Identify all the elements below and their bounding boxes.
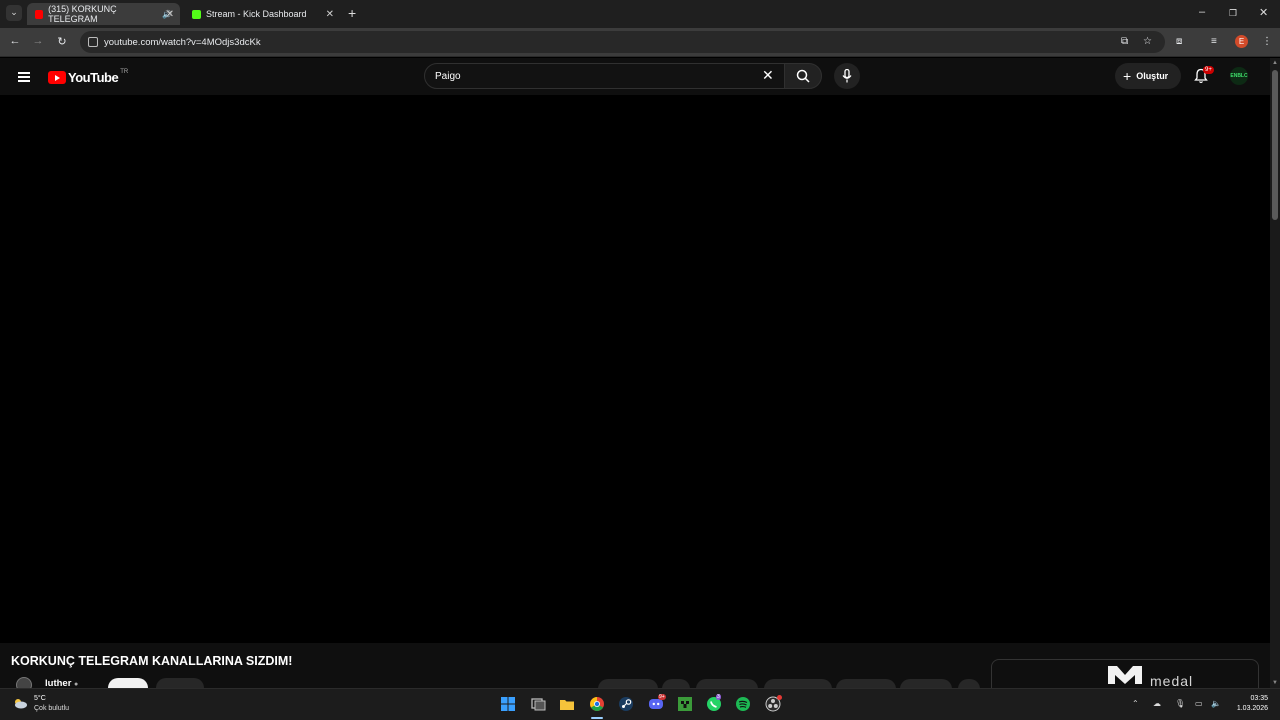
network-icon[interactable]: ▭ xyxy=(1195,699,1203,708)
scroll-down-arrow-icon[interactable]: ▼ xyxy=(1272,680,1278,686)
address-bar[interactable]: youtube.com/watch?v=4MOdjs3dcKk xyxy=(80,31,1165,53)
search-button[interactable] xyxy=(784,63,822,89)
browser-tab-strip: ⌄ (315) KORKUNÇ TELEGRAM 🔊 ✕ Stream - Ki… xyxy=(0,0,1280,28)
minecraft-icon[interactable] xyxy=(677,696,693,712)
plus-icon: + xyxy=(1123,68,1132,84)
hamburger-menu-icon[interactable] xyxy=(18,72,30,82)
video-title: KORKUNÇ TELEGRAM KANALLARINA SIZDIM! xyxy=(11,654,293,668)
install-app-icon[interactable]: ⧉ xyxy=(1121,36,1128,47)
spotify-icon[interactable] xyxy=(735,696,751,712)
media-controls-icon[interactable]: ≡ xyxy=(1211,36,1217,47)
subscribe-button[interactable] xyxy=(108,678,148,688)
close-tab-icon[interactable]: ✕ xyxy=(326,9,334,20)
clock-date[interactable]: 1.03.2026 xyxy=(1228,705,1268,712)
site-info-icon[interactable] xyxy=(88,37,98,47)
create-button[interactable]: + Oluştur xyxy=(1115,63,1181,89)
browser-toolbar: ← → ↻ youtube.com/watch?v=4MOdjs3dcKk ⧉ … xyxy=(0,28,1280,57)
weather-description: Çok bulutlu xyxy=(34,705,70,712)
menu-kebab-icon[interactable]: ⋮ xyxy=(1262,36,1272,47)
clear-search-icon[interactable]: ✕ xyxy=(762,68,774,82)
discord-badge: 9+ xyxy=(658,694,666,700)
microphone-icon xyxy=(842,69,852,83)
cloudy-weather-icon[interactable] xyxy=(12,697,28,709)
search-icon xyxy=(796,69,810,83)
tab-list-button[interactable]: ⌄ xyxy=(6,5,22,21)
tab-kick-dashboard[interactable]: Stream - Kick Dashboard ✕ xyxy=(184,3,340,25)
dislike-button[interactable] xyxy=(662,679,690,688)
voice-search-button[interactable] xyxy=(834,63,860,89)
youtube-logo[interactable]: YouTube TR xyxy=(48,68,129,85)
tab-youtube-title: (315) KORKUNÇ TELEGRAM xyxy=(48,4,117,24)
account-avatar[interactable]: ENBLC xyxy=(1230,67,1248,85)
notify-button[interactable] xyxy=(156,678,204,688)
clock-time[interactable]: 03:35 xyxy=(1236,695,1268,702)
video-player[interactable] xyxy=(0,95,1270,643)
youtube-favicon-icon xyxy=(35,9,44,19)
like-button[interactable] xyxy=(598,679,658,688)
forward-arrow-icon[interactable]: → xyxy=(31,35,45,47)
search-input-value: Paigo xyxy=(435,70,461,82)
chrome-active-indicator xyxy=(591,717,603,719)
youtube-play-icon xyxy=(48,71,66,84)
notification-badge: 9+ xyxy=(1203,66,1214,74)
onedrive-cloud-icon[interactable]: ☁ xyxy=(1153,699,1161,708)
more-actions-button[interactable] xyxy=(958,679,980,688)
medal-watermark-text: medal xyxy=(1150,673,1194,689)
close-tab-icon[interactable]: ✕ xyxy=(166,9,174,20)
scrollbar-thumb[interactable] xyxy=(1272,70,1278,220)
new-tab-button[interactable]: + xyxy=(348,5,356,21)
page-scrollbar[interactable]: ▲ ▼ xyxy=(1270,58,1280,688)
bookmark-star-icon[interactable]: ☆ xyxy=(1143,36,1152,47)
country-code: TR xyxy=(120,68,129,75)
kick-favicon-icon xyxy=(192,9,201,19)
task-view-icon[interactable] xyxy=(530,696,546,712)
tray-overflow-chevron-icon[interactable]: ⌃ xyxy=(1132,699,1139,708)
search-input[interactable]: Paigo xyxy=(424,63,785,89)
download-button[interactable] xyxy=(900,679,952,688)
back-arrow-icon[interactable]: ← xyxy=(8,35,22,47)
tab-youtube[interactable]: (315) KORKUNÇ TELEGRAM 🔊 ✕ xyxy=(27,3,180,25)
scroll-up-arrow-icon[interactable]: ▲ xyxy=(1272,60,1278,66)
windows-taskbar: 5°C Çok bulutlu 9+ 3 ⌃ ☁ 🎙 ▭ 🔈 03:35 1.0… xyxy=(0,688,1280,720)
whatsapp-badge: 3 xyxy=(716,694,721,700)
create-label: Oluştur xyxy=(1136,71,1169,81)
close-window-button[interactable]: ✕ xyxy=(1259,6,1268,19)
verified-check-icon: ● xyxy=(74,681,79,688)
save-button[interactable] xyxy=(764,679,832,688)
obs-recording-dot xyxy=(777,695,782,700)
medal-logo-icon xyxy=(1108,666,1142,684)
minimize-button[interactable]: – xyxy=(1199,6,1205,18)
channel-name[interactable]: luther ● xyxy=(45,678,78,688)
youtube-masthead: YouTube TR Paigo ✕ + Oluştur 9+ ENBLC xyxy=(0,58,1270,95)
steam-icon[interactable] xyxy=(618,696,634,712)
channel-avatar[interactable] xyxy=(16,677,32,688)
clip-button[interactable] xyxy=(836,679,896,688)
browser-profile-avatar[interactable]: E xyxy=(1235,35,1248,48)
share-button[interactable] xyxy=(696,679,758,688)
video-info-section: KORKUNÇ TELEGRAM KANALLARINA SIZDIM! lut… xyxy=(0,643,1270,688)
address-text: youtube.com/watch?v=4MOdjs3dcKk xyxy=(104,36,261,48)
chevron-down-icon: ⌄ xyxy=(10,7,18,17)
chrome-icon[interactable] xyxy=(589,696,605,712)
restore-button[interactable]: ❐ xyxy=(1229,8,1237,19)
volume-icon[interactable]: 🔈 xyxy=(1211,699,1221,708)
reload-icon[interactable]: ↻ xyxy=(55,35,69,48)
microphone-tray-icon[interactable]: 🎙 xyxy=(1175,699,1185,708)
channel-name-text: luther xyxy=(45,678,72,688)
extensions-icon[interactable]: ⧈ xyxy=(1176,36,1182,47)
tab-kick-title: Stream - Kick Dashboard xyxy=(206,9,307,19)
youtube-logo-text: YouTube xyxy=(68,70,119,85)
file-explorer-icon[interactable] xyxy=(559,696,575,712)
weather-temperature: 5°C xyxy=(34,695,46,702)
windows-start-icon[interactable] xyxy=(500,696,516,712)
